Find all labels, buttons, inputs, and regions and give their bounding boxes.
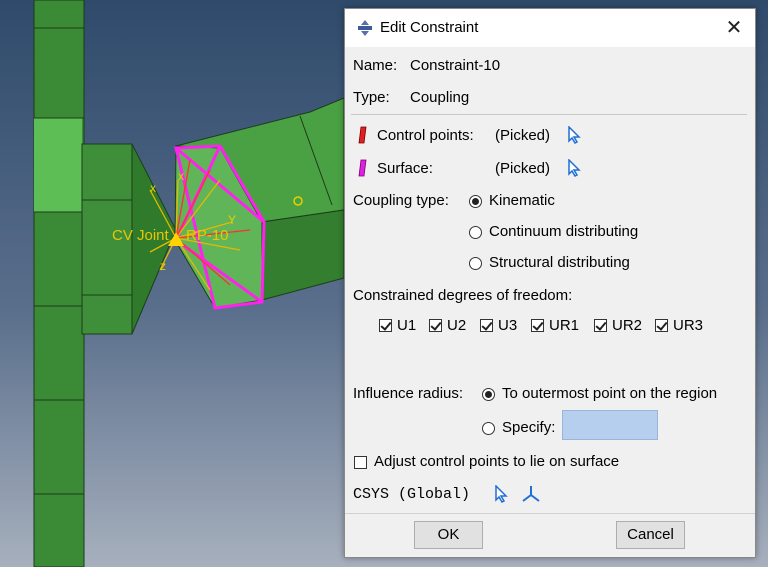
cancel-button[interactable]: Cancel [616, 521, 685, 549]
name-value: Constraint-10 [410, 57, 501, 74]
magenta-marker-icon [358, 159, 367, 177]
type-label: Type: [353, 89, 390, 106]
surface-value: (Picked) [495, 160, 551, 177]
radio-kinematic[interactable] [469, 195, 482, 208]
pick-control-points-icon[interactable] [567, 126, 581, 144]
button-bar [345, 513, 755, 558]
u3-label: U3 [498, 317, 518, 334]
type-value: Coupling [410, 89, 470, 106]
ur1-label: UR1 [549, 317, 580, 334]
checkbox-ur2[interactable] [594, 319, 607, 332]
ok-button[interactable]: OK [414, 521, 483, 549]
ur3-label: UR3 [673, 317, 704, 334]
checkbox-u3[interactable] [480, 319, 493, 332]
kinematic-label: Kinematic [489, 192, 555, 209]
csys-pick-icon[interactable] [494, 485, 508, 503]
influence-radius-label: Influence radius: [353, 385, 464, 402]
csys-create-triad-icon[interactable] [521, 484, 541, 504]
checkbox-u1[interactable] [379, 319, 392, 332]
coupling-type-label: Coupling type: [353, 192, 449, 209]
checkbox-ur1[interactable] [531, 319, 544, 332]
specify-radius-input[interactable] [562, 410, 658, 440]
control-points-value: (Picked) [495, 127, 551, 144]
outermost-label: To outermost point on the region [502, 385, 718, 402]
constraint-icon [358, 20, 372, 36]
radio-specify[interactable] [482, 422, 495, 435]
axis-x-label: x [150, 181, 156, 195]
radio-continuum[interactable] [469, 226, 482, 239]
shaft-part [174, 97, 345, 309]
specify-label: Specify: [502, 419, 556, 436]
radio-structural[interactable] [469, 257, 482, 270]
ur2-label: UR2 [612, 317, 643, 334]
axis-x2-label: x [178, 169, 184, 183]
continuum-label: Continuum distributing [489, 223, 639, 240]
u1-label: U1 [397, 317, 417, 334]
adjust-control-points-label: Adjust control points to lie on surface [374, 453, 620, 470]
axis-z-label: z [160, 259, 166, 273]
rp-label: RP-10 [186, 227, 229, 244]
adjust-control-points-checkbox[interactable] [354, 456, 367, 469]
dialog-titlebar[interactable]: Edit Constraint ✕ [345, 9, 755, 47]
dialog-title: Edit Constraint [380, 19, 479, 36]
dof-label: Constrained degrees of freedom: [353, 287, 573, 304]
u2-label: U2 [447, 317, 467, 334]
structural-label: Structural distributing [489, 254, 630, 271]
surface-label: Surface: [377, 160, 433, 177]
checkbox-ur3[interactable] [655, 319, 668, 332]
csys-label: CSYS (Global) [353, 486, 471, 503]
edit-constraint-dialog: Edit Constraint ✕ Name: Constraint-10 Ty… [344, 8, 756, 558]
axis-y-label: Y [228, 213, 236, 227]
cv-joint-label: CV Joint [112, 227, 170, 244]
name-label: Name: [353, 57, 398, 74]
separator [351, 114, 747, 115]
radio-outermost[interactable] [482, 388, 495, 401]
dialog-body: Name: Constraint-10 Type: Coupling Contr… [345, 47, 755, 557]
close-button[interactable]: ✕ [721, 16, 747, 40]
control-points-label: Control points: [377, 127, 474, 144]
pick-surface-icon[interactable] [567, 159, 581, 177]
checkbox-u2[interactable] [429, 319, 442, 332]
vertical-part [33, 0, 85, 567]
red-marker-icon [358, 126, 367, 144]
